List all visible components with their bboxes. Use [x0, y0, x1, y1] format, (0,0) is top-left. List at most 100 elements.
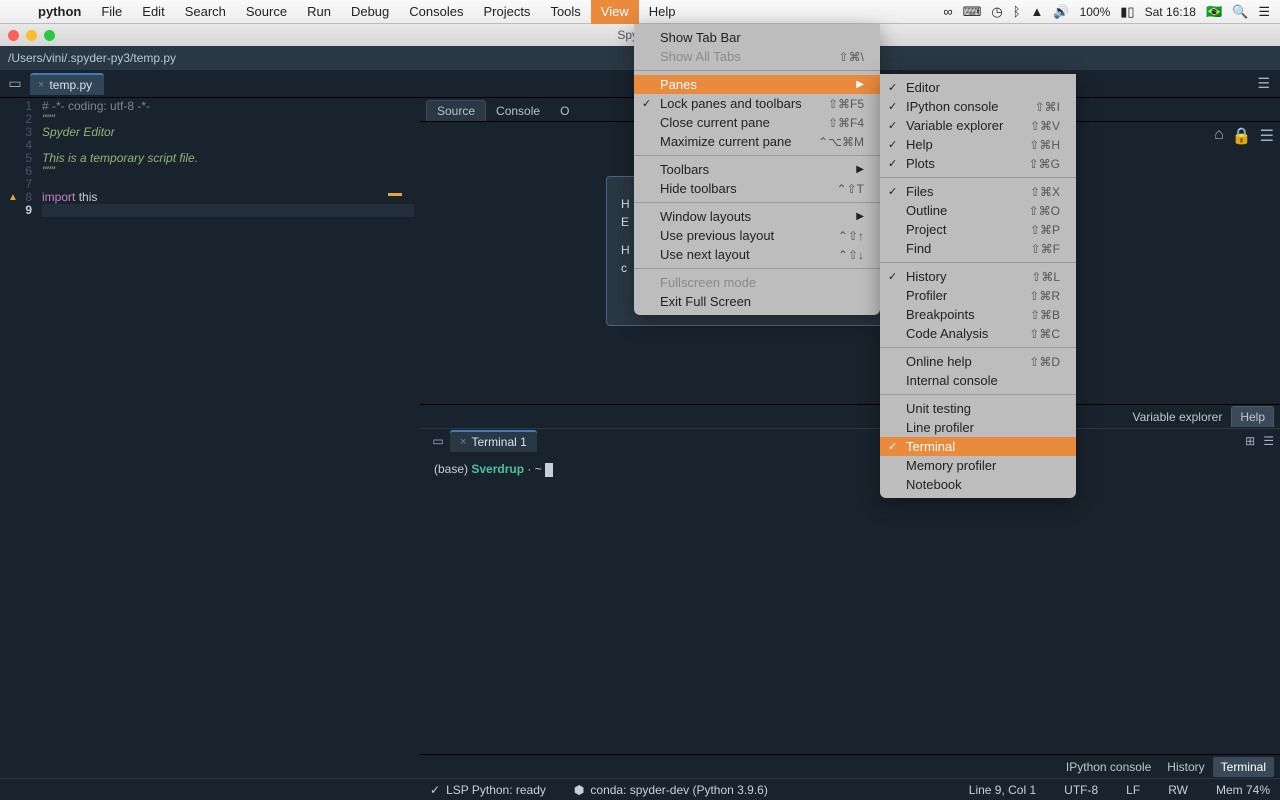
menu-item-code-analysis[interactable]: Code Analysis⇧⌘C [880, 324, 1076, 343]
terminal-options-icon[interactable]: ☰ [1263, 434, 1274, 448]
menu-item-memory-profiler[interactable]: Memory profiler [880, 456, 1076, 475]
menu-item-use-previous-layout[interactable]: Use previous layout⌃⇧↑ [634, 226, 880, 245]
menu-item-line-profiler[interactable]: Line profiler [880, 418, 1076, 437]
terminal-tab[interactable]: × Terminal 1 [450, 430, 537, 452]
close-tab-icon[interactable]: × [38, 79, 44, 91]
code-editor[interactable]: 1# -*- coding: utf-8 -*-2"""3Spyder Edit… [0, 98, 420, 778]
spotlight-icon[interactable]: 🔍 [1232, 4, 1248, 20]
pane-tab-source[interactable]: Source [426, 100, 486, 121]
menu-item-unit-testing[interactable]: Unit testing [880, 399, 1076, 418]
terminal-body[interactable]: (base) Sverdrup · ~ [420, 452, 1280, 754]
menu-item-history[interactable]: ✓History⇧⌘L [880, 267, 1076, 286]
code-line[interactable]: 5This is a temporary script file. [6, 152, 414, 165]
terminal-tab-label: Terminal 1 [471, 435, 526, 449]
menu-view[interactable]: View [591, 0, 639, 24]
new-terminal-icon[interactable]: ⊞ [1245, 434, 1255, 448]
menu-item-profiler[interactable]: Profiler⇧⌘R [880, 286, 1076, 305]
lsp-status-icon: ✓ [430, 783, 440, 797]
battery-icon[interactable]: ▮▯ [1120, 4, 1134, 20]
menu-item-exit-full-screen[interactable]: Exit Full Screen [634, 292, 880, 311]
menu-file[interactable]: File [91, 0, 132, 24]
check-icon: ✓ [888, 119, 897, 132]
code-line[interactable]: 3Spyder Editor [6, 126, 414, 139]
status-bar: ✓LSP Python: ready ⬢conda: spyder-dev (P… [0, 778, 1280, 800]
menu-item-project[interactable]: Project⇧⌘P [880, 220, 1076, 239]
bluetooth-icon[interactable]: ᛒ [1013, 4, 1021, 19]
control-center-icon[interactable]: ☰ [1258, 4, 1270, 20]
pane-tab-o[interactable]: O [550, 101, 579, 121]
editor-tab-temp[interactable]: × temp.py [30, 73, 104, 95]
bottom-tab-ipython-console[interactable]: IPython console [1058, 757, 1159, 777]
menu-item-hide-toolbars[interactable]: Hide toolbars⌃⇧T [634, 179, 880, 198]
menu-consoles[interactable]: Consoles [399, 0, 473, 24]
menu-item-use-next-layout[interactable]: Use next layout⌃⇧↓ [634, 245, 880, 264]
menu-item-maximize-current-pane[interactable]: Maximize current pane⌃⌥⌘M [634, 132, 880, 151]
flag-icon[interactable]: 🇧🇷 [1206, 4, 1222, 20]
menu-item-close-current-pane[interactable]: Close current pane⇧⌘F4 [634, 113, 880, 132]
menu-item-help[interactable]: ✓Help⇧⌘H [880, 135, 1076, 154]
menu-item-toolbars[interactable]: Toolbars▶ [634, 160, 880, 179]
check-icon: ✓ [888, 185, 897, 198]
menu-help[interactable]: Help [639, 0, 686, 24]
menu-item-online-help[interactable]: Online help⇧⌘D [880, 352, 1076, 371]
pane-tab-console[interactable]: Console [486, 101, 550, 121]
menu-edit[interactable]: Edit [132, 0, 174, 24]
code-line[interactable]: 9 [6, 204, 414, 217]
menu-run[interactable]: Run [297, 0, 341, 24]
mid-tab-variable-explorer[interactable]: Variable explorer [1123, 406, 1231, 428]
warning-marker [388, 193, 402, 196]
menu-tools[interactable]: Tools [540, 0, 590, 24]
prompt-sep: · [524, 462, 535, 476]
file-browser-icon[interactable]: ▭ [0, 75, 30, 92]
code-line[interactable]: 8▲import this [6, 191, 414, 204]
menu-item-editor[interactable]: ✓Editor [880, 78, 1076, 97]
lock-icon[interactable]: 🔒 [1232, 126, 1252, 146]
menu-item-lock-panes-and-toolbars[interactable]: ✓Lock panes and toolbars⇧⌘F5 [634, 94, 880, 113]
code-line[interactable]: 1# -*- coding: utf-8 -*- [6, 100, 414, 113]
mid-tab-help[interactable]: Help [1231, 406, 1274, 427]
keyboard-icon[interactable]: ⌨ [963, 4, 982, 20]
conda-env[interactable]: conda: spyder-dev (Python 3.9.6) [590, 783, 767, 797]
infinity-icon[interactable]: ∞ [943, 4, 952, 19]
app-name[interactable]: python [28, 4, 91, 19]
menu-item-find[interactable]: Find⇧⌘F [880, 239, 1076, 258]
menu-item-window-layouts[interactable]: Window layouts▶ [634, 207, 880, 226]
menu-item-show-tab-bar[interactable]: Show Tab Bar [634, 28, 880, 47]
clock-icon[interactable]: ◷ [991, 4, 1002, 20]
volume-icon[interactable]: 🔊 [1053, 4, 1069, 20]
terminal-browser-icon[interactable]: ▭ [426, 434, 450, 448]
cursor-position: Line 9, Col 1 [969, 783, 1036, 797]
menu-item-outline[interactable]: Outline⇧⌘O [880, 201, 1076, 220]
menu-item-terminal[interactable]: ✓Terminal [880, 437, 1076, 456]
menu-debug[interactable]: Debug [341, 0, 399, 24]
menu-item-files[interactable]: ✓Files⇧⌘X [880, 182, 1076, 201]
menu-item-plots[interactable]: ✓Plots⇧⌘G [880, 154, 1076, 173]
bottom-tab-history[interactable]: History [1159, 757, 1212, 777]
home-icon[interactable]: ⌂ [1214, 126, 1224, 146]
minimize-window-button[interactable] [26, 30, 37, 41]
menu-item-notebook[interactable]: Notebook [880, 475, 1076, 494]
menu-item-ipython-console[interactable]: ✓IPython console⇧⌘I [880, 97, 1076, 116]
wifi-icon[interactable]: ▲ [1031, 4, 1044, 19]
menu-item-panes[interactable]: Panes▶ [634, 75, 880, 94]
menu-search[interactable]: Search [175, 0, 236, 24]
menubar-right: ∞ ⌨ ◷ ᛒ ▲ 🔊 100% ▮▯ Sat 16:18 🇧🇷 🔍 ☰ [943, 4, 1280, 20]
check-icon: ✓ [888, 440, 897, 453]
encoding[interactable]: UTF-8 [1064, 783, 1098, 797]
check-icon: ✓ [888, 138, 897, 151]
menu-projects[interactable]: Projects [473, 0, 540, 24]
options-icon[interactable]: ☰ [1260, 126, 1274, 146]
bottom-tab-terminal[interactable]: Terminal [1213, 757, 1274, 777]
maximize-window-button[interactable] [44, 30, 55, 41]
menu-item-variable-explorer[interactable]: ✓Variable explorer⇧⌘V [880, 116, 1076, 135]
close-window-button[interactable] [8, 30, 19, 41]
prompt-host: Sverdrup [471, 462, 524, 476]
menu-item-breakpoints[interactable]: Breakpoints⇧⌘B [880, 305, 1076, 324]
editor-options-icon[interactable]: ☰ [1257, 75, 1270, 92]
eol[interactable]: LF [1126, 783, 1140, 797]
menu-source[interactable]: Source [236, 0, 297, 24]
submenu-arrow-icon: ▶ [836, 164, 864, 175]
close-terminal-tab-icon[interactable]: × [460, 436, 466, 448]
code-line[interactable]: 6""" [6, 165, 414, 178]
menu-item-internal-console[interactable]: Internal console [880, 371, 1076, 390]
